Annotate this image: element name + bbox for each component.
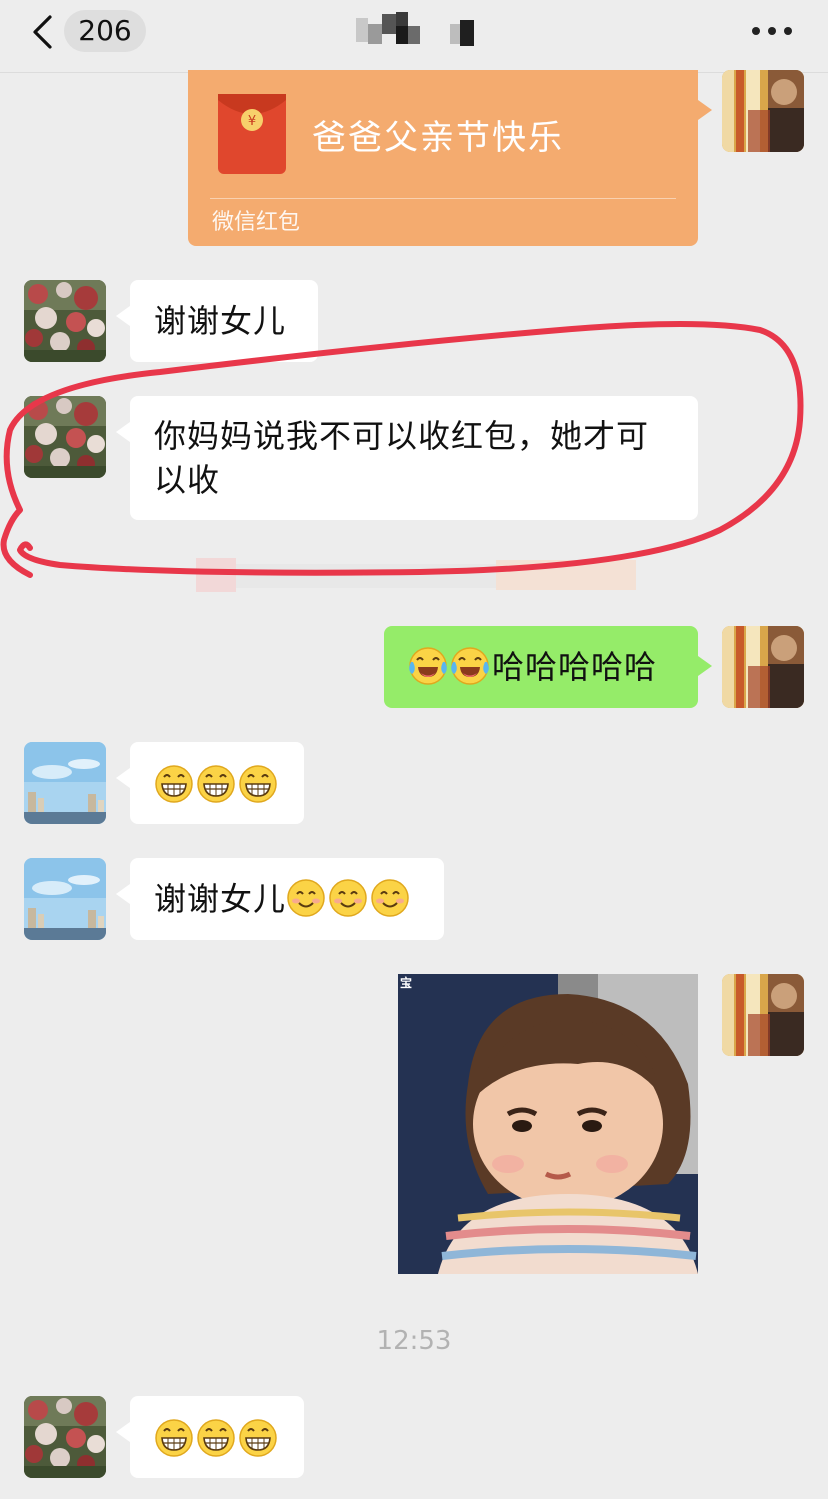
- smiling-face-icon: [371, 879, 410, 917]
- self-avatar[interactable]: [722, 974, 804, 1056]
- contact-avatar-2[interactable]: [24, 742, 106, 824]
- contact-avatar[interactable]: [24, 1396, 106, 1478]
- self-avatar[interactable]: [722, 626, 804, 708]
- message-text: 谢谢女儿: [154, 880, 287, 918]
- chat-header: 206: [0, 0, 828, 73]
- face-with-tears-of-joy-icon: [450, 647, 490, 685]
- message-bubble-sent[interactable]: 哈哈哈哈哈: [384, 626, 712, 708]
- chat-title-pixelated: [356, 8, 480, 52]
- red-packet-label: 微信红包: [212, 210, 301, 235]
- message-bubble[interactable]: 谢谢女儿: [116, 858, 444, 940]
- grinning-face-icon: [197, 765, 235, 803]
- message-bubble[interactable]: [116, 1396, 304, 1478]
- contact-avatar[interactable]: [24, 280, 106, 362]
- contact-avatar[interactable]: [24, 396, 106, 478]
- toddler-sticker-illustration: [398, 974, 698, 1274]
- red-envelope-symbol: ¥: [248, 114, 256, 129]
- sticker-image[interactable]: 宝: [398, 974, 698, 1274]
- smiling-face-icon: [287, 879, 326, 917]
- self-avatar[interactable]: [722, 70, 804, 152]
- grinning-face-icon: [155, 1419, 193, 1457]
- red-packet-divider: [210, 198, 676, 199]
- back-arrow-icon[interactable]: [28, 14, 58, 50]
- message-bubble[interactable]: 谢谢女儿: [116, 280, 318, 362]
- contact-avatar-2[interactable]: [24, 858, 106, 940]
- face-with-tears-of-joy-icon: [408, 647, 448, 685]
- grinning-face-icon: [239, 765, 277, 803]
- message-timestamp: 12:53: [376, 1326, 452, 1356]
- more-options-icon[interactable]: [746, 16, 798, 46]
- grinning-face-icon: [197, 1419, 235, 1457]
- red-envelope-icon: ¥: [218, 94, 286, 174]
- message-bubble[interactable]: 你妈妈说我不可以收红包，她才可以收: [116, 396, 698, 520]
- sticker-caption: 宝: [400, 976, 413, 990]
- message-text: 哈哈哈哈哈: [492, 648, 658, 686]
- message-text: 谢谢女儿: [154, 302, 287, 340]
- message-bubble[interactable]: [116, 742, 304, 824]
- smiling-face-icon: [329, 879, 368, 917]
- unread-count-badge[interactable]: 206: [64, 10, 146, 52]
- red-packet-message[interactable]: ¥ 爸爸父亲节快乐 微信红包: [188, 70, 712, 246]
- red-packet-greeting: 爸爸父亲节快乐: [312, 118, 564, 158]
- grinning-face-icon: [239, 1419, 277, 1457]
- message-text: 你妈妈说我不可以收红包，她才可以收: [154, 417, 650, 499]
- redacted-blur: [196, 558, 636, 592]
- grinning-face-icon: [155, 765, 193, 803]
